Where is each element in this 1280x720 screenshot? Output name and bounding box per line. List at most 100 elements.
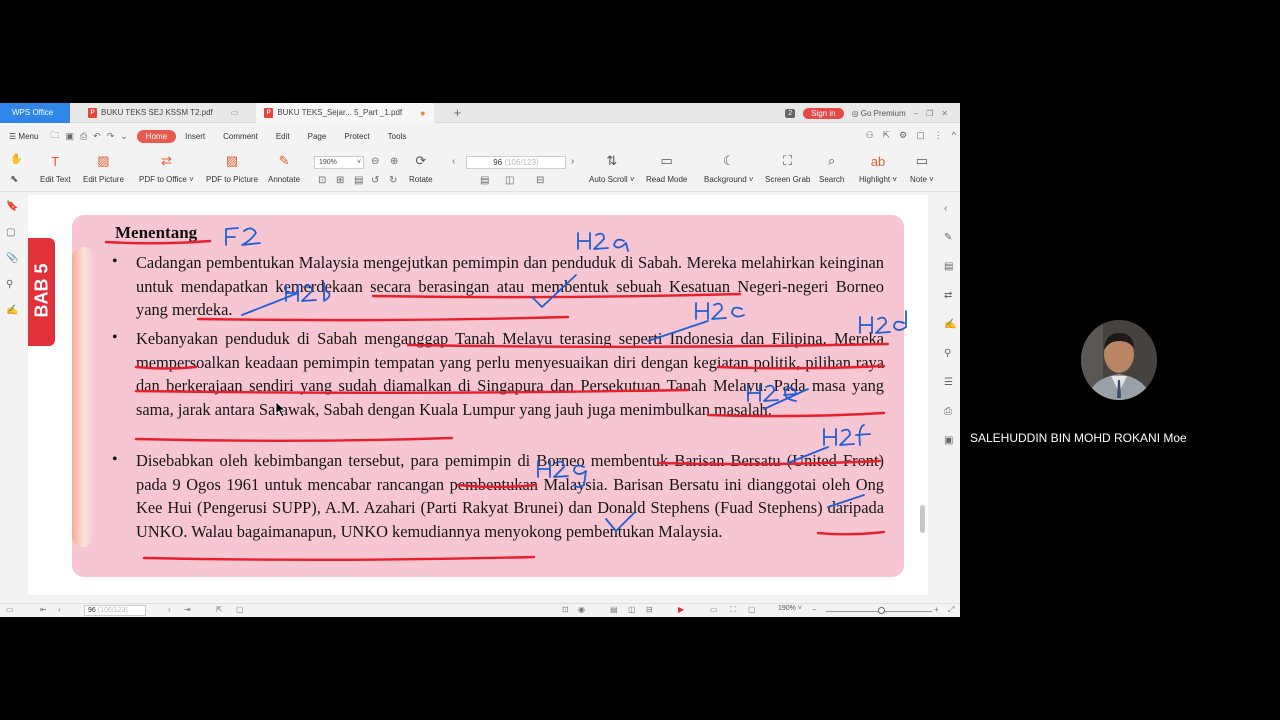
two-page-icon[interactable]: ◫ bbox=[505, 175, 514, 186]
customize-chevron-icon[interactable]: ⌄ bbox=[117, 131, 131, 142]
actual-size-icon[interactable]: ⊡ bbox=[318, 175, 326, 186]
read-icon[interactable]: ▭ bbox=[710, 605, 718, 614]
next-page-icon[interactable]: › bbox=[571, 156, 574, 167]
zoom-value: 190% bbox=[319, 159, 337, 166]
settings-icon[interactable]: ⚙ bbox=[899, 130, 907, 141]
menu-comment[interactable]: Comment bbox=[214, 132, 267, 141]
play-icon[interactable]: ▶ bbox=[678, 605, 684, 614]
read-mode-button[interactable]: ▭ Read Mode bbox=[646, 152, 687, 184]
extract-icon[interactable]: ⇱ bbox=[216, 605, 223, 614]
minimize-icon[interactable]: – bbox=[914, 109, 918, 118]
go-premium-button[interactable]: ◎ Go Premium bbox=[852, 109, 906, 118]
next-page-small-icon[interactable]: › bbox=[168, 605, 171, 614]
window-count-badge[interactable]: 2 bbox=[785, 108, 796, 118]
menu-home[interactable]: Home bbox=[136, 129, 177, 143]
menu-page[interactable]: Page bbox=[299, 132, 336, 141]
vertical-scrollbar[interactable] bbox=[920, 505, 925, 533]
full-screen-icon[interactable]: ▢ bbox=[748, 605, 756, 614]
screenshot-icon[interactable]: ⛶ bbox=[730, 605, 736, 615]
more-icon[interactable]: ⋮ bbox=[934, 130, 943, 141]
first-page-icon[interactable]: ⇤ bbox=[40, 605, 47, 614]
menu-protect[interactable]: Protect bbox=[335, 132, 378, 141]
unsaved-dot-icon[interactable]: ● bbox=[420, 108, 425, 118]
sign-in-button[interactable]: Sign in bbox=[803, 107, 844, 119]
screen-icon[interactable]: ▭ bbox=[231, 108, 239, 117]
screen-grab-button[interactable]: ⛶ Screen Grab bbox=[765, 152, 810, 184]
edit-text-button[interactable]: T Edit Text bbox=[40, 152, 71, 185]
pdf-comment-icon[interactable]: ▤ bbox=[944, 261, 960, 275]
bookmark-icon[interactable]: 🔖 bbox=[6, 201, 24, 219]
undo-icon[interactable]: ↶ bbox=[90, 131, 104, 142]
single-view-icon[interactable]: ▤ bbox=[610, 605, 618, 614]
pdf-align-icon[interactable]: ☰ bbox=[944, 377, 960, 391]
pdf-to-picture-button[interactable]: ▨ PDF to Picture bbox=[206, 152, 258, 184]
menu-tools[interactable]: Tools bbox=[379, 132, 416, 141]
user-icon[interactable]: ⚇ bbox=[866, 130, 874, 141]
status-page-input[interactable]: 96 (106/123) bbox=[84, 605, 146, 616]
collapse-ribbon-icon[interactable]: ^ bbox=[952, 130, 956, 141]
single-page-icon[interactable]: ▤ bbox=[480, 175, 489, 186]
background-button[interactable]: ☾ Background ˅ bbox=[704, 152, 754, 184]
rotate-right-icon[interactable]: ↻ bbox=[389, 175, 397, 186]
zoom-out-icon[interactable]: ⊖ bbox=[371, 156, 379, 167]
double-view-icon[interactable]: ◫ bbox=[628, 605, 636, 614]
zoom-in-icon[interactable]: ⊕ bbox=[390, 156, 398, 167]
fullscreen-expand-icon[interactable]: ⤢ bbox=[948, 605, 954, 615]
redo-icon[interactable]: ↷ bbox=[104, 131, 118, 142]
share-icon[interactable]: ⇱ bbox=[883, 130, 891, 141]
prev-page-small-icon[interactable]: ‹ bbox=[58, 605, 61, 614]
collapse-panel-icon[interactable]: ‹ bbox=[944, 203, 960, 217]
fit-page-icon[interactable]: ⊞ bbox=[336, 175, 344, 186]
zoom-slider-handle[interactable] bbox=[878, 607, 885, 614]
zoom-select[interactable]: 190% ˅ bbox=[314, 156, 364, 169]
tab-document-2[interactable]: P BUKU TEKS_Sejar... 5_Part _1.pdf ● bbox=[256, 103, 434, 123]
attachment-icon[interactable]: 📎 bbox=[6, 253, 24, 271]
tab-wps-office[interactable]: WPS Office bbox=[0, 103, 70, 123]
pdf-edit-icon[interactable]: ✎ bbox=[944, 232, 960, 246]
menu-button[interactable]: ☰ Menu bbox=[0, 132, 47, 141]
note-button[interactable]: ▭ Note ˅ bbox=[910, 152, 934, 184]
zoom-minus-icon[interactable]: − bbox=[812, 605, 817, 614]
pdf-sign-icon[interactable]: ✍ bbox=[944, 319, 960, 333]
sidebar-toggle-icon[interactable]: ▭ bbox=[6, 605, 14, 614]
thumbnails-icon[interactable]: ▢ bbox=[6, 227, 24, 245]
rotate-button[interactable]: ⟳ Rotate bbox=[409, 152, 433, 184]
page-settings-icon[interactable]: ▢ bbox=[236, 605, 244, 614]
eye-icon[interactable]: ◉ bbox=[578, 605, 585, 614]
open-folder-icon[interactable]: 🗀 bbox=[47, 128, 62, 144]
pdf-print-icon[interactable]: ⎙ bbox=[944, 406, 960, 420]
last-page-icon[interactable]: ⇥ bbox=[184, 605, 191, 614]
comment-icon[interactable]: ▢ bbox=[916, 130, 925, 141]
rotate-left-icon[interactable]: ↺ bbox=[371, 175, 379, 186]
book-view-icon[interactable]: ⊟ bbox=[646, 605, 653, 614]
print-icon[interactable]: ⎙ bbox=[77, 131, 90, 142]
menu-insert[interactable]: Insert bbox=[176, 132, 214, 141]
pdf-to-office-button[interactable]: ⇄ PDF to Office ˅ bbox=[139, 152, 194, 184]
page-number-input[interactable]: 96 (106/123) bbox=[466, 156, 566, 169]
save-icon[interactable]: ▣ bbox=[62, 131, 77, 142]
zoom-plus-icon[interactable]: + bbox=[934, 605, 939, 614]
pdf-stamp-icon[interactable]: ⚲ bbox=[944, 348, 960, 362]
fit-width-icon[interactable]: ▤ bbox=[354, 175, 363, 186]
annotate-button[interactable]: ✎ Annotate bbox=[268, 152, 300, 184]
prev-page-icon[interactable]: ‹ bbox=[452, 156, 455, 167]
status-zoom[interactable]: 190% ˅ bbox=[778, 605, 802, 612]
menu-edit[interactable]: Edit bbox=[267, 132, 299, 141]
pdf-convert-icon[interactable]: ⇄ bbox=[944, 290, 960, 304]
close-icon[interactable]: ✕ bbox=[941, 109, 948, 118]
restore-icon[interactable]: ❐ bbox=[926, 109, 933, 118]
edit-picture-button[interactable]: ▨ Edit Picture bbox=[83, 152, 124, 184]
select-tool-icon[interactable]: ⬉ bbox=[10, 174, 18, 185]
stamp-icon[interactable]: ⚲ bbox=[6, 279, 24, 297]
highlight-button[interactable]: ab Highlight ˅ bbox=[859, 152, 897, 185]
new-tab-plus-icon[interactable]: + bbox=[454, 105, 462, 120]
continuous-icon[interactable]: ⊟ bbox=[536, 175, 544, 186]
search-button[interactable]: ⌕ Search bbox=[819, 152, 844, 184]
tab-document-1[interactable]: P BUKU TEKS SEJ KSSM T2.pdf ▭ bbox=[80, 103, 246, 123]
signature-icon[interactable]: ✍ bbox=[6, 305, 24, 323]
fit-icon[interactable]: ⊡ bbox=[562, 605, 569, 614]
hand-tool-icon[interactable]: ✋ bbox=[10, 154, 22, 165]
pdf-compress-icon[interactable]: ▣ bbox=[944, 435, 960, 449]
document-view[interactable]: BAB 5 Menentang • Cadangan pembentukan M… bbox=[28, 195, 928, 595]
auto-scroll-button[interactable]: ⇅ Auto Scroll ˅ bbox=[589, 152, 635, 184]
